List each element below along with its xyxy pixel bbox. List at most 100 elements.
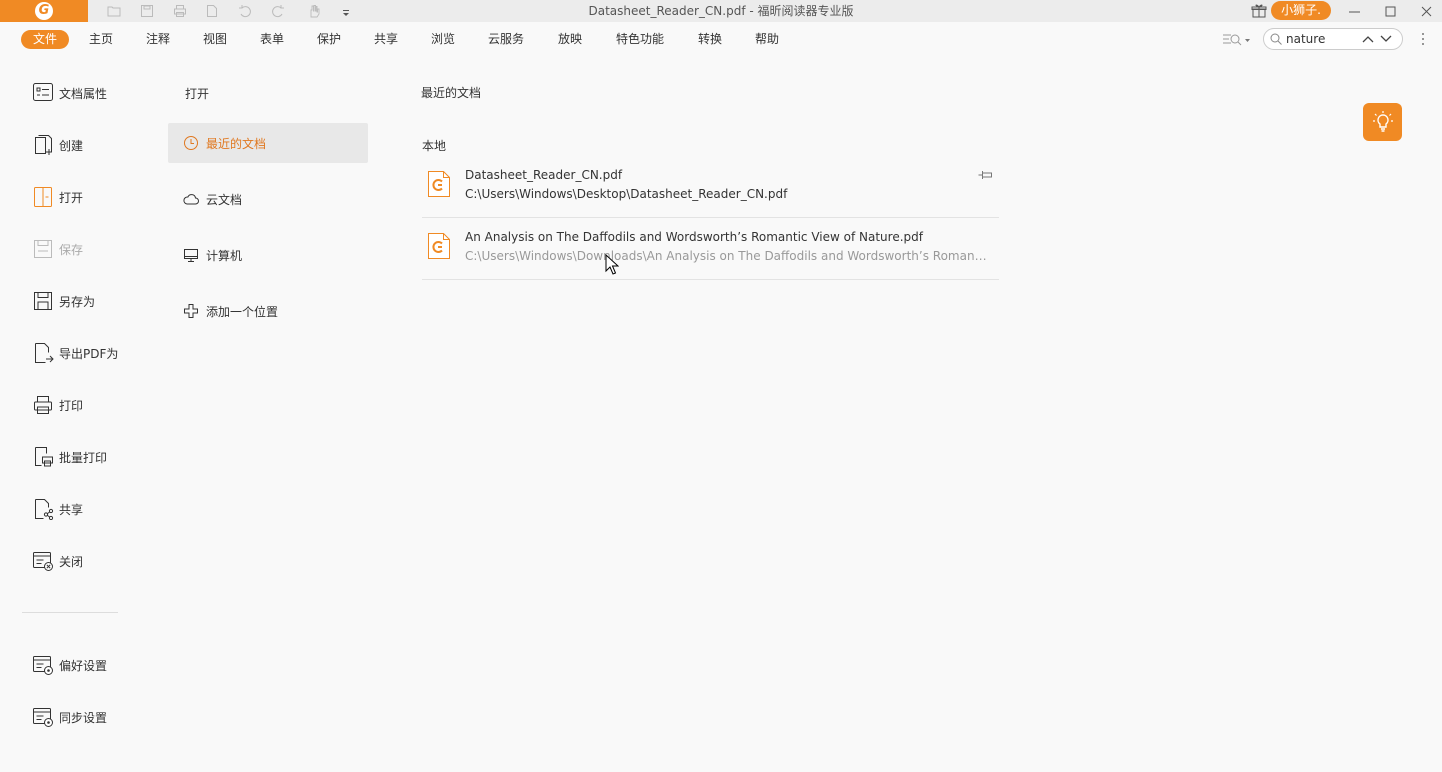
save-quick-icon[interactable] <box>137 2 157 20</box>
search-prev-icon[interactable] <box>1361 33 1375 45</box>
file-menu-close[interactable]: 关闭 <box>32 550 83 572</box>
pdf-file-icon <box>428 171 450 197</box>
menu-slideshow[interactable]: 放映 <box>554 30 586 49</box>
create-icon <box>35 135 52 155</box>
recent-documents-label: 最近的文档 <box>206 136 267 151</box>
menu-view[interactable]: 视图 <box>199 30 231 49</box>
open-folder-icon[interactable] <box>104 2 124 20</box>
menu-share[interactable]: 共享 <box>370 30 402 49</box>
pin-icon[interactable] <box>978 169 994 181</box>
sync-settings-label: 同步设置 <box>59 710 108 725</box>
sync-settings-icon <box>33 708 53 727</box>
preferences-icon <box>33 656 53 675</box>
file-menu-doc-properties[interactable]: 文档属性 <box>32 82 107 104</box>
cloud-documents-label: 云文档 <box>206 192 243 207</box>
close-doc-icon <box>33 552 53 571</box>
app-logo[interactable]: G <box>0 0 88 22</box>
share-icon <box>35 499 54 520</box>
tips-button[interactable] <box>1363 103 1402 141</box>
plus-icon <box>184 304 198 318</box>
menu-comment[interactable]: 注释 <box>142 30 174 49</box>
search-box[interactable] <box>1263 28 1403 50</box>
customize-toolbar-icon[interactable] <box>336 2 356 20</box>
file-path: C:\Users\Windows\Desktop\Datasheet_Reade… <box>465 187 788 201</box>
search-input[interactable] <box>1286 31 1354 47</box>
preferences-label: 偏好设置 <box>59 658 108 673</box>
left-divider <box>22 612 118 613</box>
title-bar: G Datasheet_Reader_CN.pdf - 福昕阅读器专业版 小狮子… <box>0 0 1442 22</box>
search-icon <box>1270 33 1282 45</box>
file-menu-export-pdf[interactable]: 导出PDF为 <box>32 342 118 364</box>
add-location[interactable]: 添加一个位置 <box>168 291 368 331</box>
more-options-icon[interactable] <box>1418 30 1428 48</box>
create-label: 创建 <box>59 138 84 153</box>
menu-form[interactable]: 表单 <box>256 30 288 49</box>
open-icon <box>34 187 52 207</box>
file-menu-print[interactable]: 打印 <box>32 394 83 416</box>
menu-home[interactable]: 主页 <box>85 30 117 49</box>
save-as-icon <box>34 292 52 310</box>
redo-icon[interactable] <box>268 2 288 20</box>
menu-cloud[interactable]: 云服务 <box>484 30 528 49</box>
menu-browse[interactable]: 浏览 <box>427 30 459 49</box>
save-icon <box>34 240 52 258</box>
file-menu-save-as[interactable]: 另存为 <box>32 290 95 312</box>
open-recent-documents[interactable]: 最近的文档 <box>168 123 368 163</box>
menu-protect[interactable]: 保护 <box>313 30 345 49</box>
menu-help[interactable]: 帮助 <box>751 30 783 49</box>
file-menu-save: 保存 <box>32 238 83 260</box>
menu-convert[interactable]: 转换 <box>694 30 726 49</box>
file-menu-open[interactable]: 打开 <box>32 186 83 208</box>
new-doc-icon[interactable] <box>202 2 222 20</box>
user-account-button[interactable]: 小狮子. <box>1271 1 1331 20</box>
hand-tool-icon[interactable] <box>301 2 327 20</box>
computer-label: 计算机 <box>206 248 243 263</box>
search-next-icon[interactable] <box>1379 33 1393 45</box>
save-as-label: 另存为 <box>59 294 96 309</box>
doc-properties-label: 文档属性 <box>59 86 108 101</box>
open-cloud-documents[interactable]: 云文档 <box>168 179 368 219</box>
share-label: 共享 <box>59 502 84 517</box>
recent-file-row[interactable]: An Analysis on The Daffodils and Wordswo… <box>422 218 999 280</box>
undo-icon[interactable] <box>235 2 255 20</box>
recent-file-row[interactable]: Datasheet_Reader_CN.pdf C:\Users\Windows… <box>422 156 999 218</box>
menu-bar: 文件 主页 注释 视图 表单 保护 共享 浏览 云服务 放映 特色功能 转换 帮… <box>0 22 1442 56</box>
doc-properties-icon <box>33 83 53 101</box>
local-section-label: 本地 <box>422 139 447 153</box>
close-window-icon[interactable] <box>1410 0 1442 22</box>
menu-file[interactable]: 文件 <box>21 30 69 49</box>
print-quick-icon[interactable] <box>170 2 190 20</box>
open-computer[interactable]: 计算机 <box>168 235 368 275</box>
file-name: Datasheet_Reader_CN.pdf <box>465 168 623 182</box>
computer-icon <box>184 249 198 262</box>
maximize-icon[interactable] <box>1374 0 1406 22</box>
file-menu-batch-print[interactable]: 批量打印 <box>32 446 107 468</box>
open-label: 打开 <box>59 190 84 205</box>
file-name: An Analysis on The Daffodils and Wordswo… <box>465 230 923 244</box>
open-section-heading: 打开 <box>185 87 210 101</box>
mouse-cursor-icon <box>605 254 619 275</box>
minimize-icon[interactable] <box>1338 0 1370 22</box>
add-location-label: 添加一个位置 <box>206 304 279 319</box>
recent-documents-heading: 最近的文档 <box>421 86 482 100</box>
print-label: 打印 <box>59 398 84 413</box>
cloud-icon <box>183 194 199 205</box>
close-label: 关闭 <box>59 554 84 569</box>
file-menu-share[interactable]: 共享 <box>32 498 83 520</box>
export-pdf-icon <box>35 343 54 363</box>
search-options-icon[interactable] <box>1222 32 1252 48</box>
file-menu-create[interactable]: 创建 <box>32 134 83 156</box>
file-menu-sync-settings[interactable]: 同步设置 <box>32 706 107 728</box>
gift-icon[interactable] <box>1250 2 1268 20</box>
pdf-file-icon <box>428 233 450 259</box>
batch-print-icon <box>35 447 53 467</box>
file-path: C:\Users\Windows\Downloads\An Analysis o… <box>465 249 990 263</box>
file-menu-preferences[interactable]: 偏好设置 <box>32 654 107 676</box>
batch-print-label: 批量打印 <box>59 450 108 465</box>
lightbulb-icon <box>1372 111 1393 132</box>
clock-icon <box>184 136 198 150</box>
export-pdf-label: 导出PDF为 <box>59 346 119 361</box>
print-icon <box>34 396 52 414</box>
menu-features[interactable]: 特色功能 <box>612 30 668 49</box>
save-label: 保存 <box>59 242 84 257</box>
